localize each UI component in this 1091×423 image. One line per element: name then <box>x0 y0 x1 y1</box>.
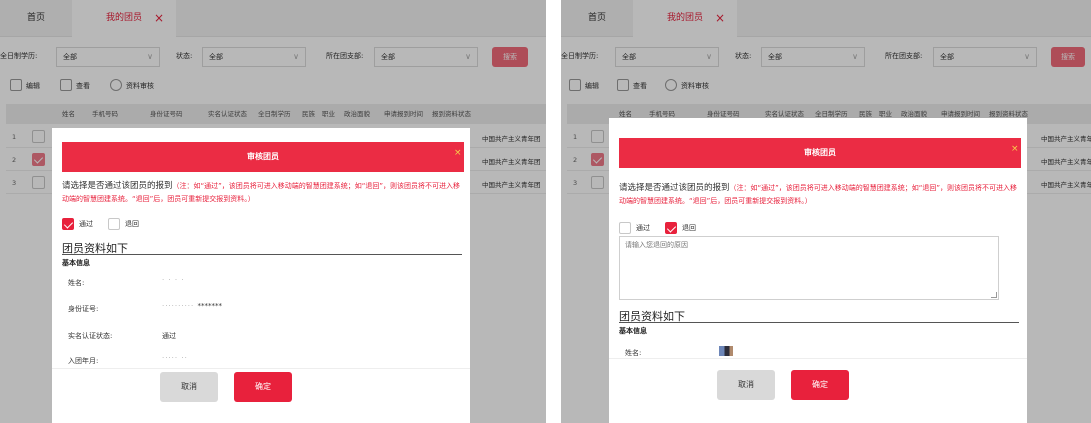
close-icon[interactable]: × <box>1011 144 1019 154</box>
cancel-button[interactable]: 取消 <box>717 370 775 400</box>
pass-label: 通过 <box>79 220 93 228</box>
review-question: 请选择是否通过该团员的报到（注：如“通过”，该团员将可进入移动端的智慧团建系统；… <box>62 180 462 206</box>
dialog-title: 审核团员 <box>804 148 836 157</box>
review-dialog: 审核团员 × 请选择是否通过该团员的报到（注：如“通过”，该团员将可进入移动端的… <box>52 128 470 423</box>
info-divider <box>62 254 462 255</box>
info-divider <box>619 322 1019 323</box>
resize-handle-icon[interactable] <box>991 292 997 298</box>
dialog-header: 审核团员 <box>62 142 464 172</box>
basic-info-title: 基本信息 <box>62 259 90 267</box>
review-dialog: 审核团员 × 请选择是否通过该团员的报到（注：如“通过”，该团员将可进入移动端的… <box>609 118 1027 423</box>
id-value: ·········· ******* <box>162 302 222 310</box>
reason-placeholder: 请输入您退回的原因 <box>625 241 688 249</box>
return-option[interactable]: 退回 <box>108 218 139 230</box>
close-icon[interactable]: × <box>454 148 462 158</box>
return-label: 退回 <box>125 220 139 228</box>
pass-checkbox-checked[interactable] <box>62 218 74 230</box>
right-screenshot: 首页 我的团员 × 全日制学历: 全部 ∨ 状态: 全部 ∨ 所在团支部: 全部… <box>561 0 1091 423</box>
name-label: 姓名: <box>68 279 85 287</box>
id-label: 身份证号: <box>68 305 99 313</box>
id-blurred-part: ·········· <box>162 302 198 310</box>
join-label: 入团年月: <box>68 357 99 365</box>
reason-textarea[interactable]: 请输入您退回的原因 <box>619 236 999 300</box>
question-text: 请选择是否通过该团员的报到 <box>619 183 730 193</box>
cancel-button[interactable]: 取消 <box>160 372 218 402</box>
name-label: 姓名: <box>625 349 642 357</box>
confirm-button[interactable]: 确定 <box>234 372 292 402</box>
pass-option[interactable]: 通过 <box>62 218 93 230</box>
dialog-footer: 取消 确定 <box>52 368 470 423</box>
id-masked: ******* <box>197 302 222 310</box>
join-value-redacted: ····· ·· <box>162 354 188 362</box>
name-value-redacted: · · · · <box>162 276 185 284</box>
return-checkbox-checked[interactable] <box>665 222 677 234</box>
left-screenshot: 首页 我的团员 × 全日制学历: 全部 ∨ 状态: 全部 ∨ 所在团支部: 全部… <box>0 0 546 423</box>
return-option[interactable]: 退回 <box>665 222 696 234</box>
review-question: 请选择是否通过该团员的报到（注：如“通过”，该团员将可进入移动端的智慧团建系统；… <box>619 182 1019 208</box>
return-checkbox[interactable] <box>108 218 120 230</box>
pass-option[interactable]: 通过 <box>619 222 650 234</box>
name-value-redacted <box>719 346 733 356</box>
return-label: 退回 <box>682 224 696 232</box>
realname-label: 实名认证状态: <box>68 332 113 340</box>
realname-value: 通过 <box>162 332 176 340</box>
dialog-footer: 取消 确定 <box>609 358 1027 413</box>
basic-info-title: 基本信息 <box>619 327 647 335</box>
pass-label: 通过 <box>636 224 650 232</box>
pass-checkbox[interactable] <box>619 222 631 234</box>
confirm-button[interactable]: 确定 <box>791 370 849 400</box>
dialog-header: 审核团员 <box>619 138 1021 168</box>
dialog-title: 审核团员 <box>247 152 279 161</box>
question-text: 请选择是否通过该团员的报到 <box>62 181 173 191</box>
